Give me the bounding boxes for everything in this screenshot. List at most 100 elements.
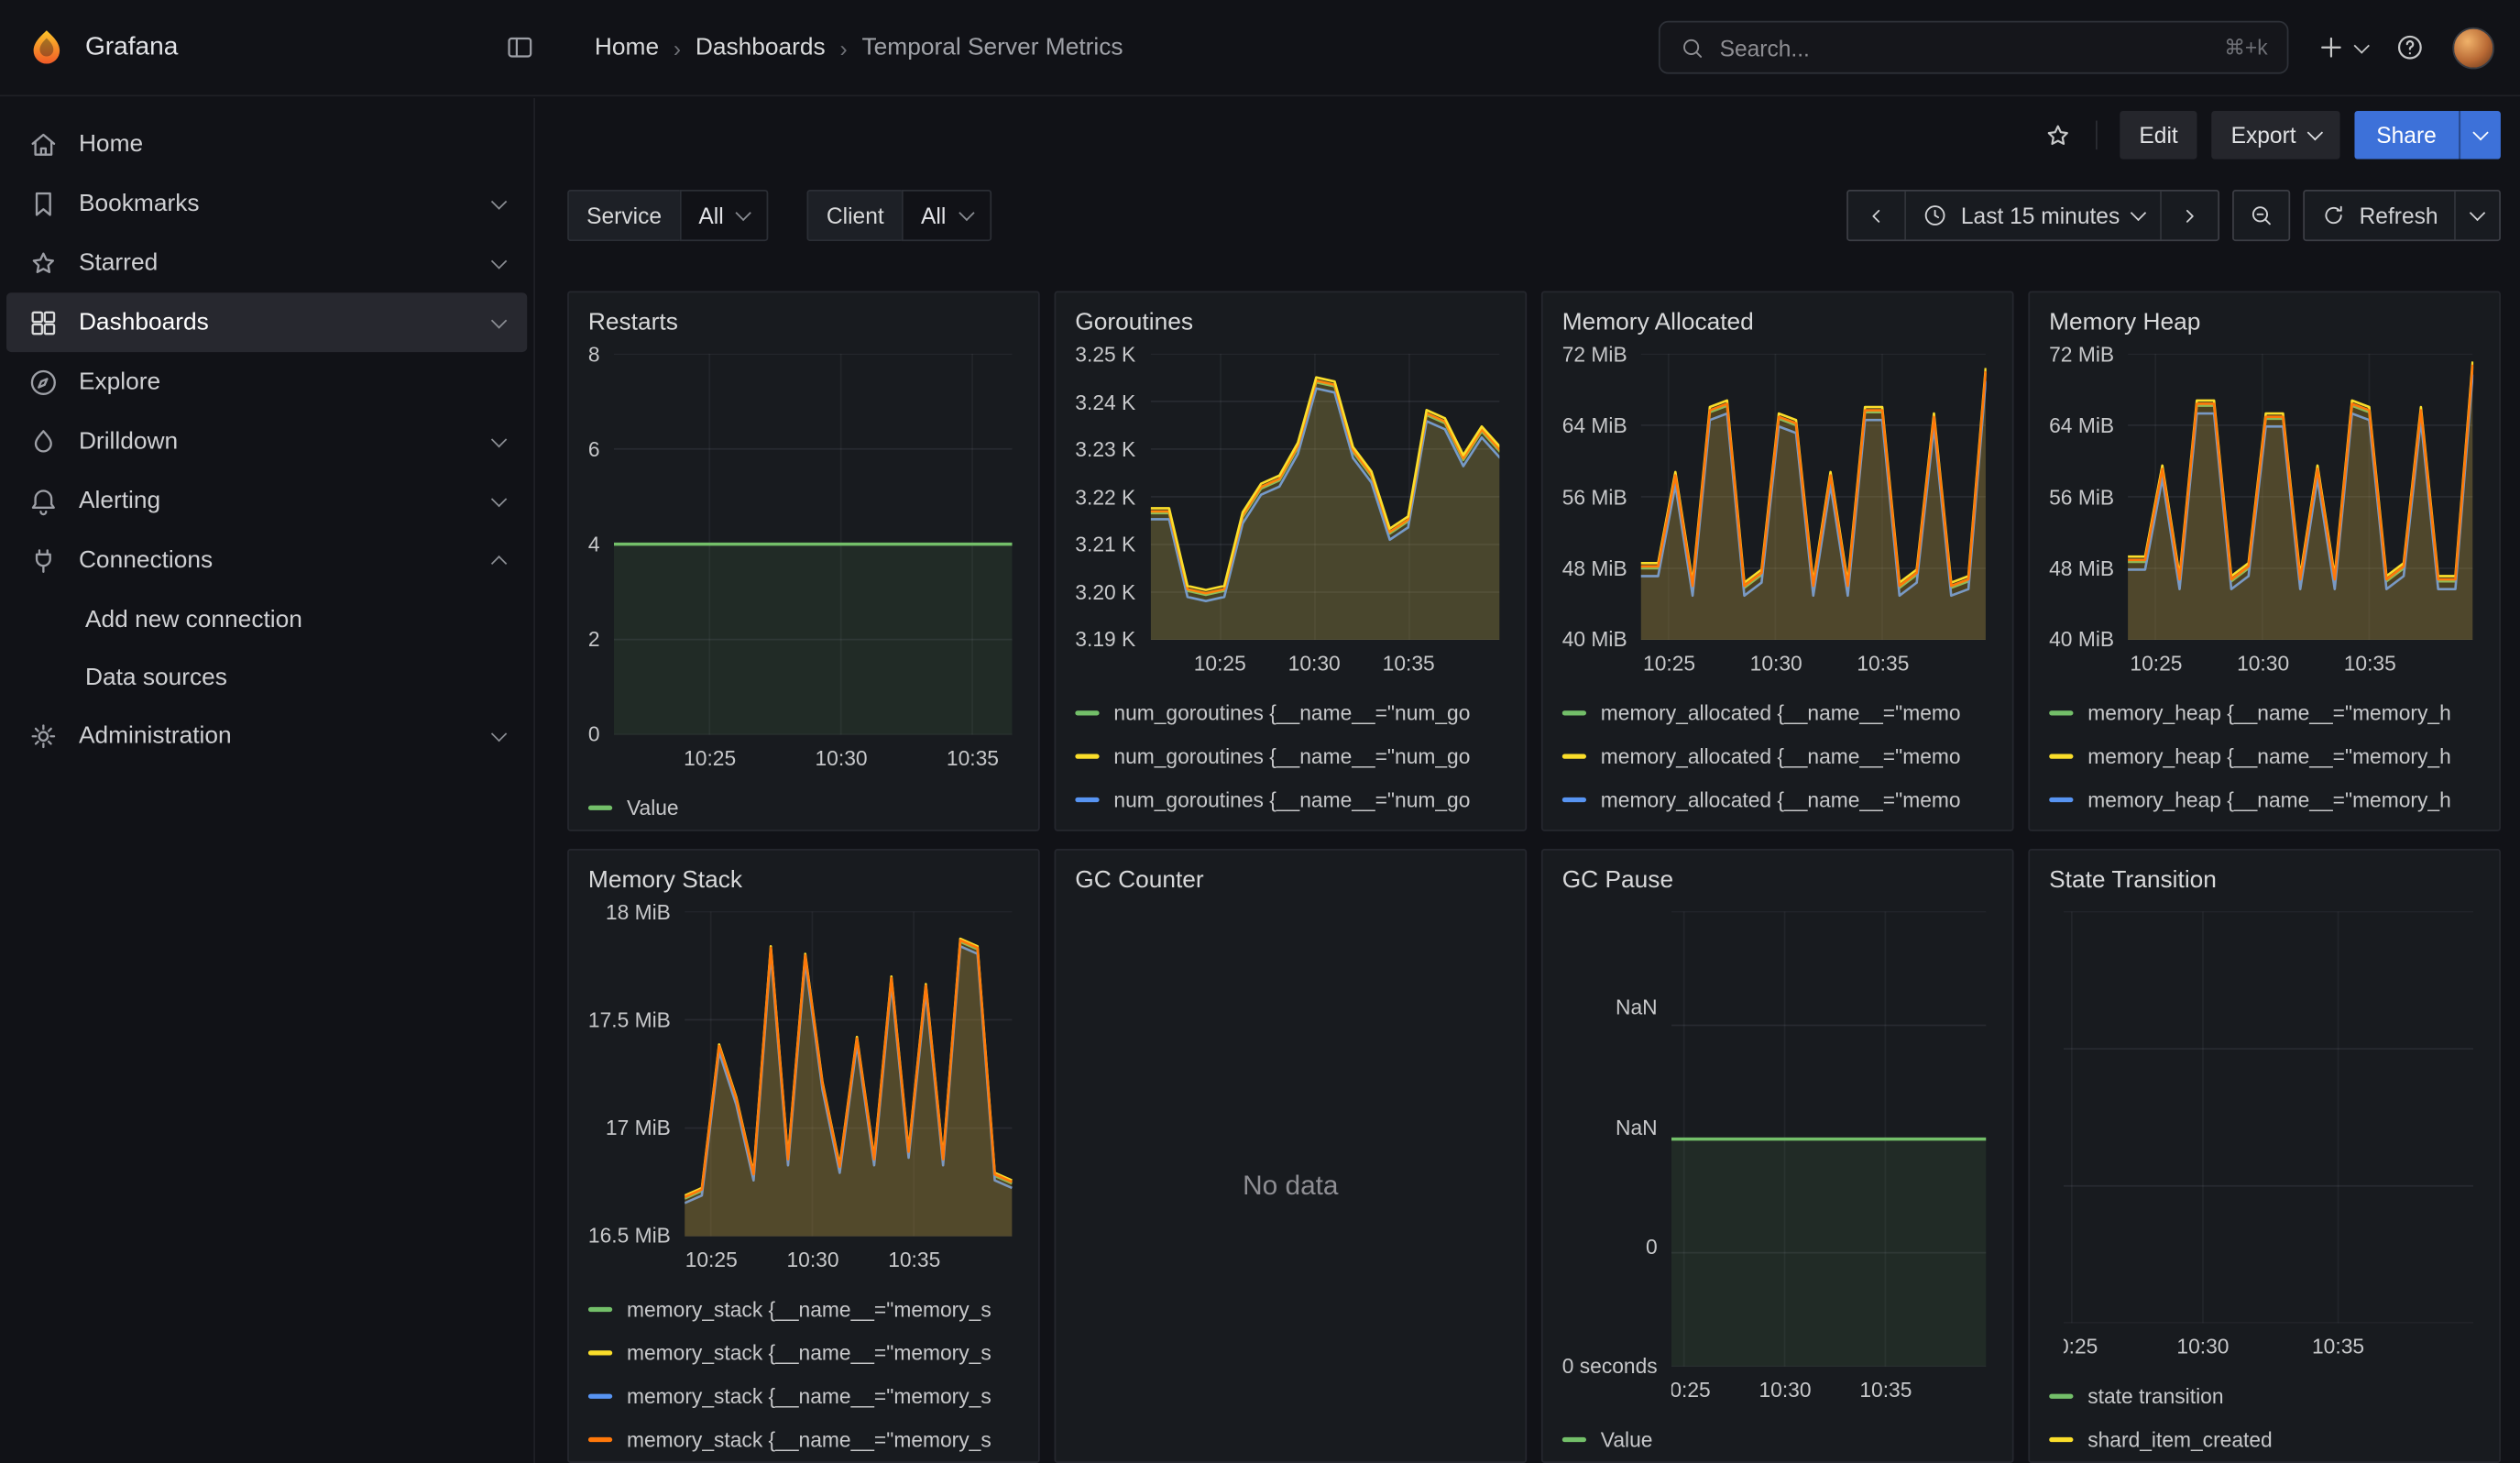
y-tick-label: 56 MiB [2049,485,2114,509]
y-tick-label: 64 MiB [1562,413,1627,437]
sidebar-item-add-new-connection[interactable]: Add new connection [6,590,527,648]
legend-item[interactable]: memory_stack {__name__="memory_s [588,1331,1016,1374]
sidebar-item-label: Dashboards [79,309,209,336]
sidebar-item-dashboards[interactable]: Dashboards [6,292,527,352]
edit-button[interactable]: Edit [2120,111,2197,160]
star-outline-icon [2043,120,2073,150]
refresh-interval-dropdown[interactable] [2454,192,2499,240]
plot-area[interactable] [1671,911,1986,1366]
time-shift-back-button[interactable] [1848,192,1904,240]
y-tick-label: 8 [588,343,600,367]
time-range-picker[interactable]: Last 15 minutes [1905,192,2161,240]
legend-item[interactable]: memory_allocated {__name__="memo [1562,778,1990,821]
variable-filters: Service All Client All [567,190,991,241]
legend-item[interactable]: memory_heap {__name__="memory_h [2049,778,2477,821]
legend-label: num_goroutines {__name__="num_go [1113,744,1470,768]
sidebar-item-connections[interactable]: Connections [6,531,527,590]
y-tick-label: 0 [1646,1235,1658,1259]
share-dropdown-button[interactable] [2459,111,2501,160]
dashboard-panel[interactable]: Memory Stack 18 MiB17.5 MiB17 MiB16.5 Mi… [567,849,1040,1463]
legend-item[interactable]: num_goroutines {__name__="num_go [1075,821,1503,831]
sidebar-item-alerting[interactable]: Alerting [6,471,527,531]
sidebar-item-drilldown[interactable]: Drilldown [6,412,527,471]
dashboard-panel[interactable]: Goroutines 3.25 K3.24 K3.23 K3.22 K3.21 … [1055,291,1528,830]
legend: memory_stack {__name__="memory_smemory_s… [569,1278,1038,1461]
dashboard-panel[interactable]: GC Counter No data [1055,849,1528,1463]
zoom-out-button[interactable] [2232,190,2290,241]
legend-item[interactable]: Value [588,786,1016,830]
sidebar-item-home[interactable]: Home [6,115,527,174]
clock-icon [1923,203,1948,228]
legend-item[interactable]: memory_allocated {__name__="memo [1562,821,1990,831]
dashboard-panel[interactable]: Restarts 86420 10:2510:3010:35 Value [567,291,1040,830]
search-shortcut: ⌘+k [2224,35,2268,60]
legend-item[interactable]: memory_heap {__name__="memory_h [2049,734,2477,777]
sidebar-item-label: Bookmarks [79,190,200,217]
chevron-down-icon[interactable] [491,725,507,741]
chevron-down-icon[interactable] [491,252,507,268]
breadcrumb-dashboards[interactable]: Dashboards [696,34,826,61]
chevron-up-icon[interactable] [491,556,507,571]
plot-area[interactable] [614,354,1013,735]
legend: memory_allocated {__name__="memomemory_a… [1543,682,2012,831]
client-variable-picker[interactable]: All [902,190,991,241]
legend-item[interactable]: state transition [2049,1375,2477,1418]
plot-area[interactable] [685,911,1013,1236]
sidebar-item-bookmarks[interactable]: Bookmarks [6,173,527,233]
legend-item[interactable]: num_goroutines {__name__="num_go [1075,778,1503,821]
legend-item[interactable]: memory_stack {__name__="memory_s [588,1418,1016,1461]
chevron-down-icon [2354,37,2370,52]
search-input[interactable]: Search... ⌘+k [1659,21,2289,74]
chevron-down-icon [2306,125,2322,140]
chart: NaNNaN00 seconds 10:2510:3010:35 [1543,911,2012,1408]
legend-item[interactable]: memory_stack {__name__="memory_s [588,1375,1016,1418]
y-tick-label: 3.19 K [1075,627,1135,651]
legend-item[interactable]: num_goroutines {__name__="num_go [1075,691,1503,734]
help-button[interactable] [2394,32,2425,62]
legend-item[interactable]: num_goroutines {__name__="num_go [1075,734,1503,777]
legend-color-swatch [2049,1437,2073,1442]
legend-item[interactable]: Value [1562,1418,1990,1461]
share-button[interactable]: Share [2354,111,2460,160]
service-variable-picker[interactable]: All [679,190,768,241]
y-tick-label: 48 MiB [1562,556,1627,579]
breadcrumb-home[interactable]: Home [595,34,659,61]
chevron-down-icon[interactable] [491,490,507,506]
x-tick-label: 10:25 [2130,651,2182,675]
brand-area: Grafana [26,27,535,69]
sidebar-item-starred[interactable]: Starred [6,233,527,292]
chevron-down-icon[interactable] [491,431,507,446]
no-data-message: No data [1056,911,1525,1461]
legend-item[interactable]: memory_allocated {__name__="memo [1562,734,1990,777]
dashboard-panel[interactable]: Memory Heap 72 MiB64 MiB56 MiB48 MiB40 M… [2028,291,2501,830]
dashboard-panel[interactable]: State Transition 10:2510:3010:35 state t… [2028,849,2501,1463]
sidebar-item-data-sources[interactable]: Data sources [6,648,527,706]
chevron-down-icon[interactable] [491,193,507,209]
sidebar-item-administration[interactable]: Administration [6,706,527,765]
plot-area[interactable] [1641,354,1986,640]
chevron-down-icon[interactable] [491,312,507,327]
dashboard-panel[interactable]: GC Pause NaNNaN00 seconds 10:2510:3010:3… [1541,849,2014,1463]
user-avatar[interactable] [2452,27,2494,69]
legend-item[interactable]: memory_allocated {__name__="memo [1562,691,1990,734]
y-tick-label: 0 seconds [1562,1354,1658,1378]
legend-item[interactable]: shard_item_created [2049,1418,2477,1461]
dashboard-panel[interactable]: Memory Allocated 72 MiB64 MiB56 MiB48 Mi… [1541,291,2014,830]
sidebar-item-explore[interactable]: Explore [6,352,527,412]
plot-area[interactable] [2064,911,2473,1323]
favorite-button[interactable] [2043,120,2073,150]
legend-item[interactable]: memory_heap {__name__="memory_h [2049,691,2477,734]
plot-area[interactable] [1150,354,1499,640]
plot-area[interactable] [2129,354,2473,640]
legend-item[interactable]: memory_stack {__name__="memory_s [588,1288,1016,1331]
add-menu-button[interactable] [2316,32,2367,62]
legend-item[interactable]: memory_heap {__name__="memory_h [2049,821,2477,831]
export-button[interactable]: Export [2212,111,2339,160]
grafana-logo[interactable] [26,27,68,69]
sidebar-toggle-icon[interactable] [505,32,535,62]
legend: Value [1543,1408,2012,1461]
service-variable-label: Service [567,190,679,241]
refresh-button[interactable]: Refresh [2305,192,2454,240]
time-shift-forward-button[interactable] [2160,192,2218,240]
y-axis-labels: 72 MiB64 MiB56 MiB48 MiB40 MiB [2049,343,2129,652]
